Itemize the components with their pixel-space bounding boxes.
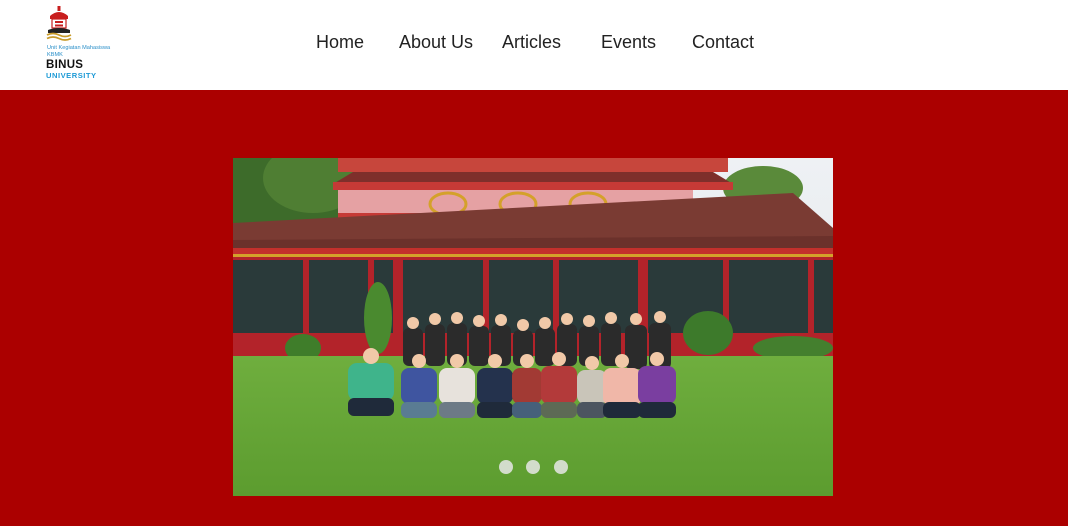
hero-carousel[interactable] xyxy=(233,158,833,496)
carousel-dot-3[interactable] xyxy=(554,460,568,474)
kbmk-binus-logo[interactable]: Unit Kegiatan Mahasiswa KBMK BINUS UNIVE… xyxy=(46,6,136,84)
logo-brand-sub: UNIVERSITY xyxy=(46,71,97,80)
nav-home[interactable]: Home xyxy=(316,32,364,53)
carousel-dot-1[interactable] xyxy=(499,460,513,474)
nav-events[interactable]: Events xyxy=(601,32,656,53)
group-photo-image xyxy=(233,158,833,496)
nav-articles[interactable]: Articles xyxy=(502,32,561,53)
nav-about-us[interactable]: About Us xyxy=(399,32,473,53)
nav-contact[interactable]: Contact xyxy=(692,32,754,53)
carousel-dot-2[interactable] xyxy=(526,460,540,474)
kbmk-emblem-icon xyxy=(46,6,72,41)
logo-ukm-line1: Unit Kegiatan Mahasiswa xyxy=(47,45,111,51)
hero-section xyxy=(0,90,1068,526)
logo-ukm-text: Unit Kegiatan Mahasiswa KBMK xyxy=(47,45,110,59)
logo-brand: BINUS xyxy=(46,59,84,71)
site-header: Unit Kegiatan Mahasiswa KBMK BINUS UNIVE… xyxy=(0,0,1068,90)
logo-ukm-line2: KBMK xyxy=(47,52,63,58)
